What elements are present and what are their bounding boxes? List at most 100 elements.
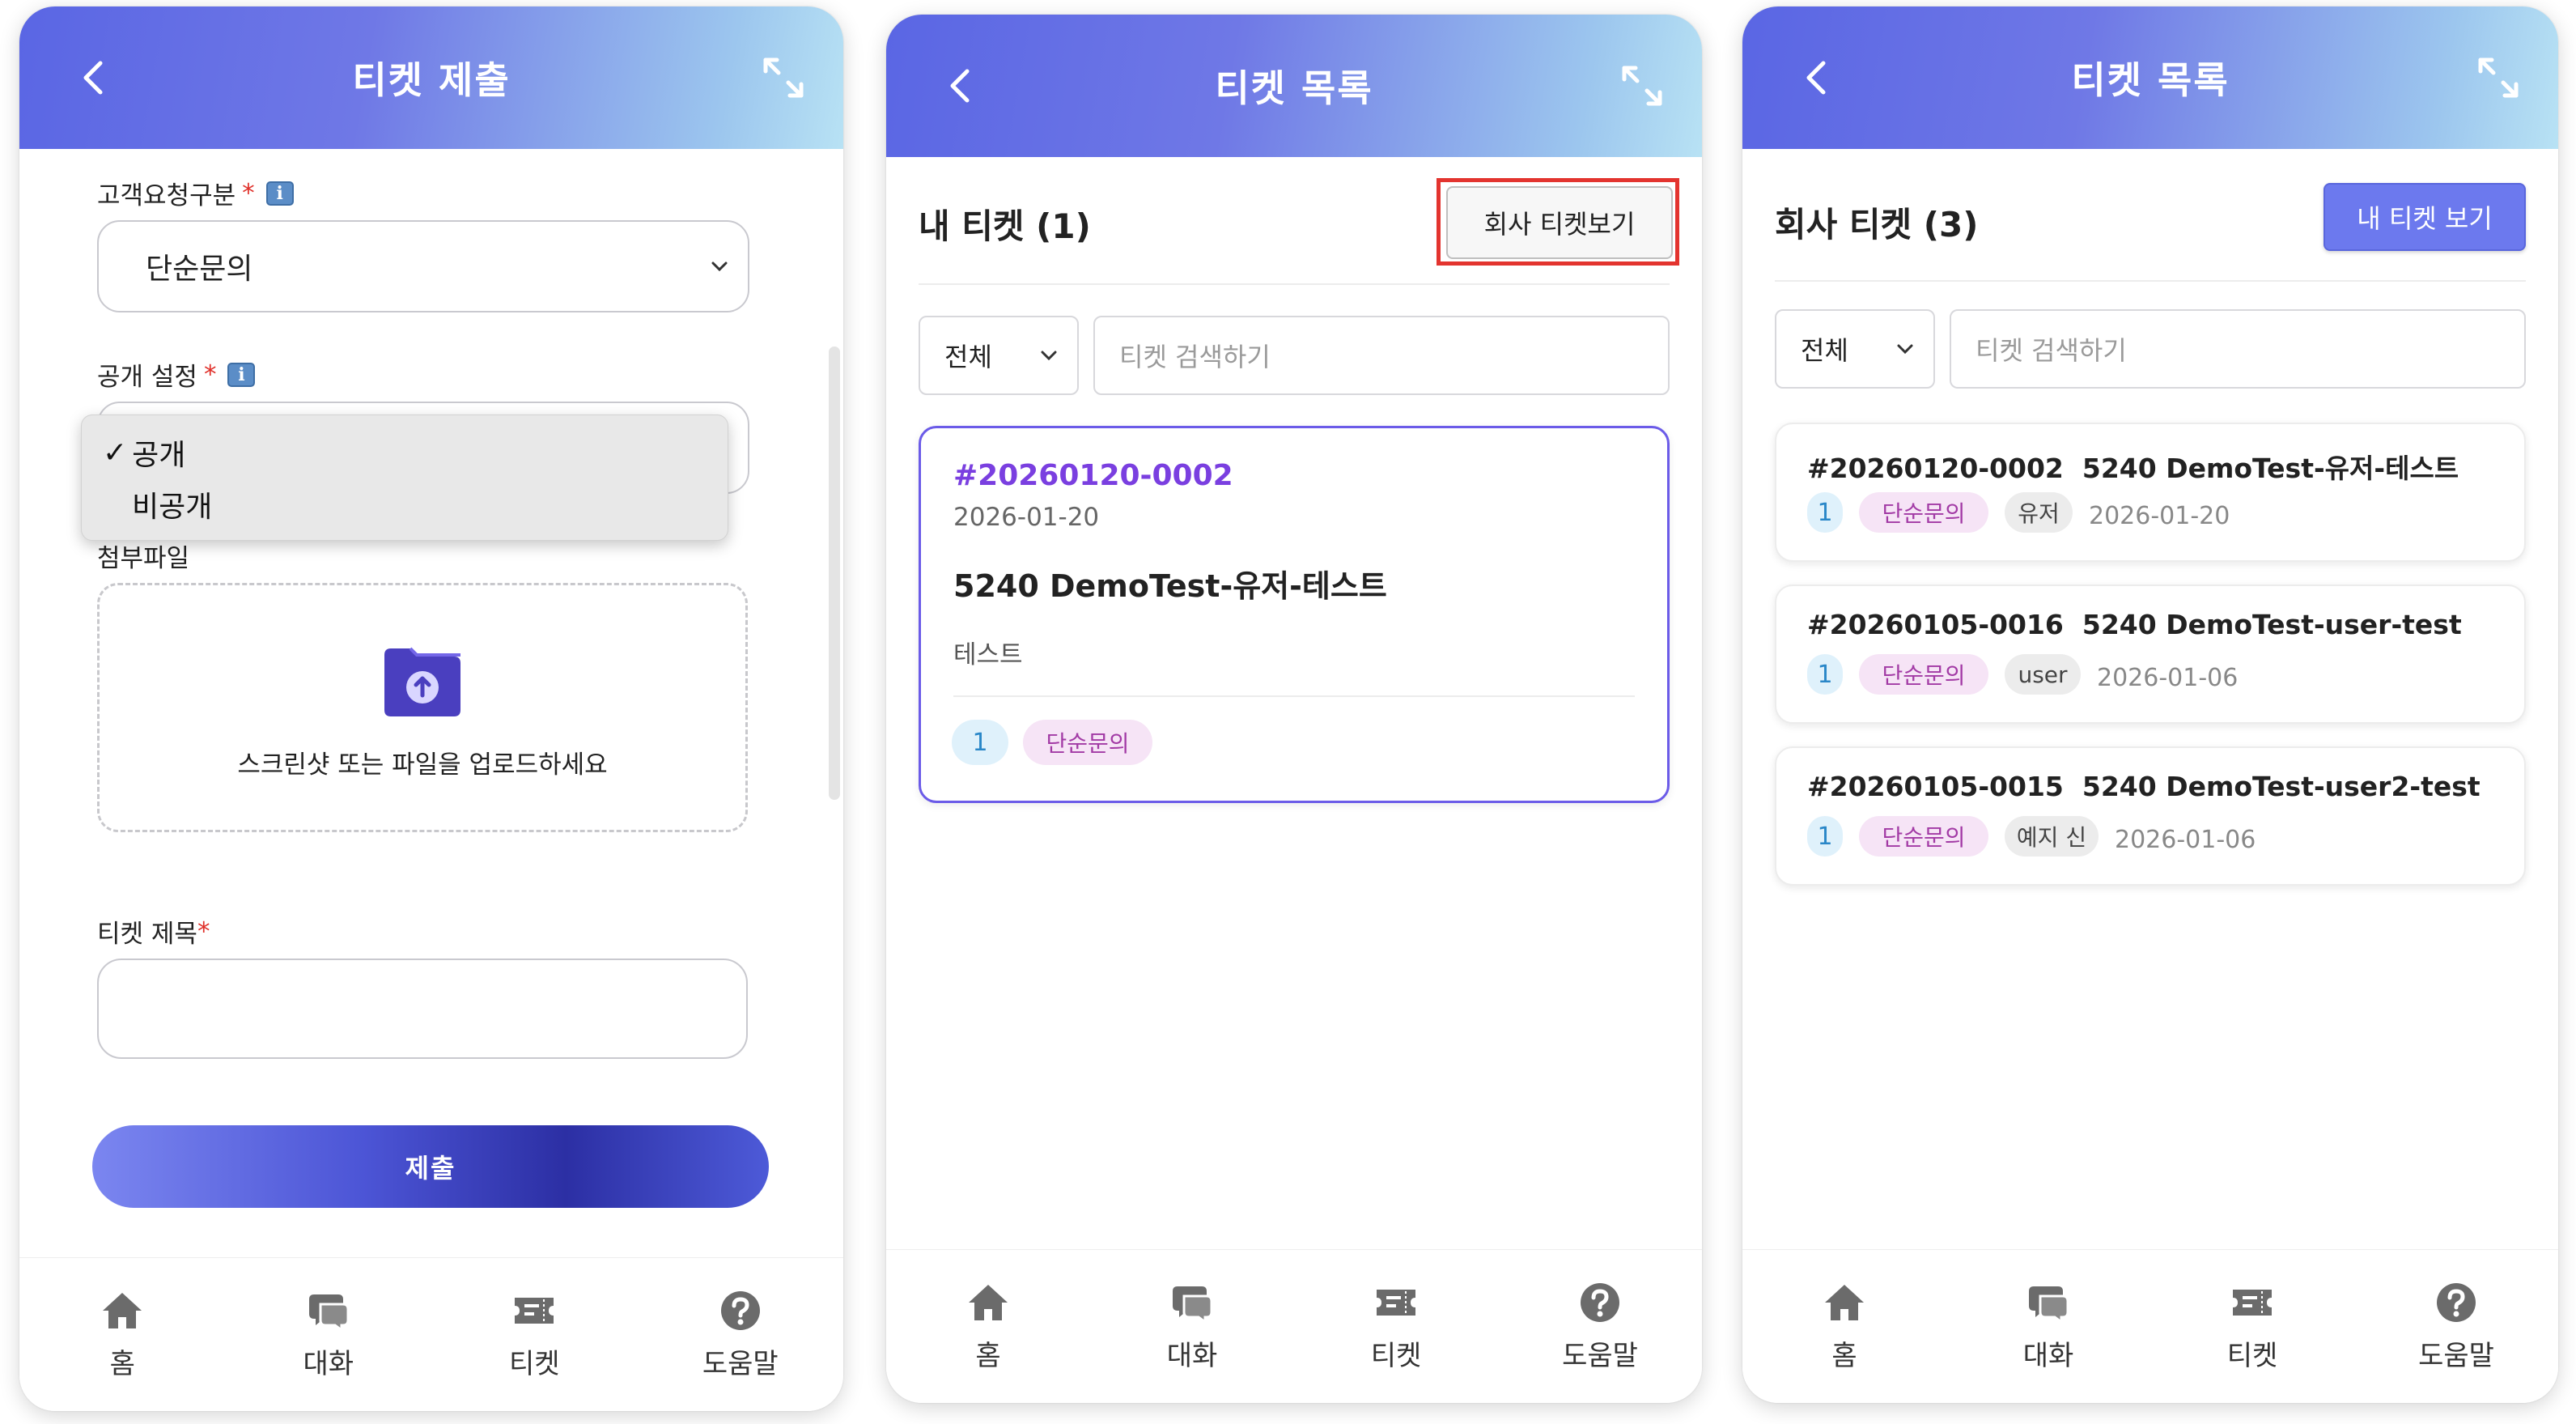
nav-help[interactable]: 도움말 [638,1258,844,1411]
header: 티켓 목록 [886,15,1702,157]
category-badge: 단순문의 [1023,720,1152,765]
ticket-title: 5240 DemoTest-user2-test [2082,771,2481,802]
nav-help[interactable]: 도움말 [2354,1250,2558,1403]
home-icon [969,1285,1008,1320]
ticket-id: #20260105-0016 [1807,609,2064,640]
required-mark: * [242,178,255,208]
chat-icon [1173,1286,1213,1324]
header: 티켓 제출 [19,6,843,149]
nav-home[interactable]: 홈 [19,1258,226,1411]
count-badge: 1 [1807,654,1843,695]
count-badge: 1 [1807,492,1843,533]
home-icon [1825,1285,1864,1320]
category-badge: 단순문의 [1859,816,1988,857]
ticket-heading: #20260105-0016 5240 DemoTest-user-test [1807,609,2462,640]
category-badge: 단순문의 [1859,654,1988,695]
ticket-search-input[interactable]: 티켓 검색하기 [1093,316,1670,395]
page-title: 티켓 목록 [1215,66,1373,110]
ticket-heading: #20260120-0002 5240 DemoTest-유저-테스트 [1807,447,2459,486]
request-type-value: 단순문의 [146,253,253,286]
bottom-nav: 홈 대화 티켓 도움말 [886,1249,1702,1403]
expand-icon[interactable] [759,53,808,102]
ticket-card[interactable]: #20260120-0002 5240 DemoTest-유저-테스트 1 단순… [1775,423,2526,562]
checkmark-icon: ✓ [103,436,128,470]
chat-icon [308,1294,350,1333]
ticket-id: #20260120-0002 [953,459,1233,492]
nav-help[interactable]: 도움말 [1498,1250,1702,1403]
ticket-icon [515,1298,554,1324]
ticket-title-label: 티켓 제목 * [97,916,210,950]
chevron-left-icon[interactable] [935,60,987,112]
chat-icon [2029,1286,2069,1324]
nav-chat[interactable]: 대화 [226,1258,432,1411]
my-tickets-button[interactable]: 내 티켓 보기 [2323,183,2526,251]
dropdown-option-private[interactable]: 비공개 [132,482,212,527]
visibility-label: 공개 설정 * [97,356,256,393]
ticket-id: #20260105-0015 [1807,771,2064,802]
nav-chat[interactable]: 대화 [1090,1250,1294,1403]
header: 티켓 목록 [1742,6,2558,149]
help-icon [1581,1283,1619,1322]
nav-chat[interactable]: 대화 [1946,1250,2150,1403]
dropdown-option-public[interactable]: ✓ 공개 [103,430,185,475]
ticket-icon [2233,1290,2272,1316]
user-badge: user [2005,654,2081,695]
bottom-nav: 홈 대화 티켓 도움말 [1742,1249,2558,1403]
nav-ticket[interactable]: 티켓 [2150,1250,2354,1403]
ticket-title-input[interactable] [97,959,748,1059]
ticket-card[interactable]: #20260105-0015 5240 DemoTest-user2-test … [1775,746,2526,886]
page-title: 티켓 목록 [2071,58,2230,102]
status-filter-select[interactable]: 전체 [919,316,1079,395]
request-type-select[interactable]: 단순문의 [97,220,749,312]
status-filter-select[interactable]: 전체 [1775,309,1935,389]
ticket-submit-screen: 티켓 제출 고객요청구분 * 단순문의 공개 설정 * 첨부파일 [19,6,843,1411]
expand-icon[interactable] [1618,62,1666,110]
list-title: 내 티켓 (1) [919,206,1091,246]
chevron-left-icon[interactable] [1791,52,1843,104]
count-badge: 1 [1807,816,1843,857]
highlight-box [1437,178,1679,266]
file-upload-area[interactable]: 스크린샷 또는 파일을 업로드하세요 [97,583,748,832]
ticket-card[interactable]: #20260105-0016 5240 DemoTest-user-test 1… [1775,584,2526,724]
submit-button[interactable]: 제출 [92,1125,769,1208]
nav-home[interactable]: 홈 [886,1250,1090,1403]
chevron-down-icon [711,261,728,272]
list-title: 회사 티켓 (3) [1775,205,1979,244]
nav-ticket[interactable]: 티켓 [1294,1250,1498,1403]
my-tickets-screen: 티켓 목록 내 티켓 (1) 회사 티켓보기 전체 티켓 검색하기 #20260… [886,15,1702,1403]
info-icon[interactable] [265,181,294,206]
ticket-icon [1377,1290,1415,1316]
ticket-title: 5240 DemoTest-user-test [2082,609,2462,640]
attachment-label: 첨부파일 [97,544,190,573]
ticket-date: 2026-01-06 [2115,826,2256,854]
nav-home[interactable]: 홈 [1742,1250,1946,1403]
ticket-heading: #20260105-0015 5240 DemoTest-user2-test [1807,771,2481,802]
ticket-date: 2026-01-20 [2089,502,2230,530]
expand-icon[interactable] [2474,53,2523,102]
user-badge: 유저 [2005,492,2073,533]
help-icon [720,1291,760,1330]
request-type-label: 고객요청구분 * [97,175,294,211]
page-title: 티켓 제출 [352,58,511,102]
ticket-search-input[interactable]: 티켓 검색하기 [1950,309,2526,389]
required-mark: * [197,916,210,946]
help-icon [2437,1283,2476,1322]
ticket-title: 5240 DemoTest-유저-테스트 [953,568,1387,604]
nav-ticket[interactable]: 티켓 [431,1258,638,1411]
count-badge: 1 [952,720,1008,765]
divider [1775,280,2526,282]
required-mark: * [203,359,217,389]
chevron-down-icon [1041,351,1057,361]
visibility-dropdown: ✓ 공개 비공개 [81,414,728,541]
ticket-description: 테스트 [953,640,1023,669]
bottom-nav: 홈 대화 티켓 도움말 [19,1257,843,1411]
user-badge: 예지 신 [2005,816,2099,857]
company-tickets-screen: 티켓 목록 회사 티켓 (3) 내 티켓 보기 전체 티켓 검색하기 #2026… [1742,6,2558,1403]
divider [919,283,1670,285]
chevron-left-icon[interactable] [68,52,120,104]
scrollbar[interactable] [829,346,840,800]
ticket-id: #20260120-0002 [1807,453,2064,484]
home-icon [103,1293,142,1328]
info-icon[interactable] [227,362,256,387]
ticket-card[interactable]: #20260120-0002 2026-01-20 5240 DemoTest-… [919,426,1670,803]
